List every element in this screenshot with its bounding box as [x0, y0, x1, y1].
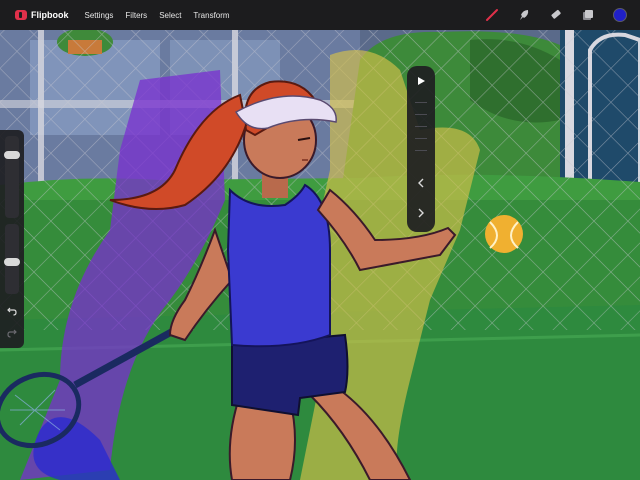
- next-frame-button[interactable]: [411, 204, 431, 222]
- frame-tick: [415, 126, 427, 127]
- redo-icon: [7, 329, 17, 338]
- chevron-right-icon: [418, 208, 424, 218]
- opacity-knob[interactable]: [4, 258, 20, 266]
- frame-tick: [415, 102, 427, 103]
- frame-tick: [415, 114, 427, 115]
- frame-tick: [415, 138, 427, 139]
- opacity-slider[interactable]: [4, 224, 20, 294]
- top-toolbar: Flipbook Settings Filters Select Transfo…: [0, 0, 640, 30]
- brush-size-slider[interactable]: [4, 136, 20, 218]
- menu-transform[interactable]: Transform: [193, 11, 229, 20]
- frame-tick: [415, 150, 427, 151]
- color-picker-button[interactable]: [612, 7, 628, 23]
- app-menu-button[interactable]: Flipbook: [15, 10, 69, 20]
- flipbook-logo-icon: [15, 10, 27, 20]
- previous-frame-button[interactable]: [411, 174, 431, 192]
- chevron-left-icon: [418, 178, 424, 188]
- main-menu: Settings Filters Select Transform: [85, 11, 242, 20]
- brush-icon: [486, 9, 498, 21]
- menu-settings[interactable]: Settings: [85, 11, 114, 20]
- smudge-icon: [520, 10, 529, 20]
- tool-group: [468, 0, 628, 30]
- current-color-swatch: [613, 8, 627, 22]
- redo-button[interactable]: [4, 326, 20, 340]
- smudge-tool-button[interactable]: [516, 7, 532, 23]
- brush-settings-sidebar: [0, 130, 24, 348]
- layers-button[interactable]: [580, 7, 596, 23]
- play-icon: [418, 77, 425, 85]
- play-button[interactable]: [411, 72, 431, 90]
- eraser-tool-button[interactable]: [548, 7, 564, 23]
- app-name: Flipbook: [31, 10, 69, 20]
- layers-icon: [583, 10, 593, 20]
- menu-select[interactable]: Select: [159, 11, 181, 20]
- brush-size-knob[interactable]: [4, 151, 20, 159]
- menu-filters[interactable]: Filters: [125, 11, 147, 20]
- drawing-canvas[interactable]: [0, 0, 640, 480]
- eraser-icon: [551, 9, 561, 19]
- playback-panel: [407, 66, 435, 232]
- brush-tool-button[interactable]: [484, 7, 500, 23]
- undo-button[interactable]: [4, 304, 20, 318]
- undo-icon: [7, 307, 17, 316]
